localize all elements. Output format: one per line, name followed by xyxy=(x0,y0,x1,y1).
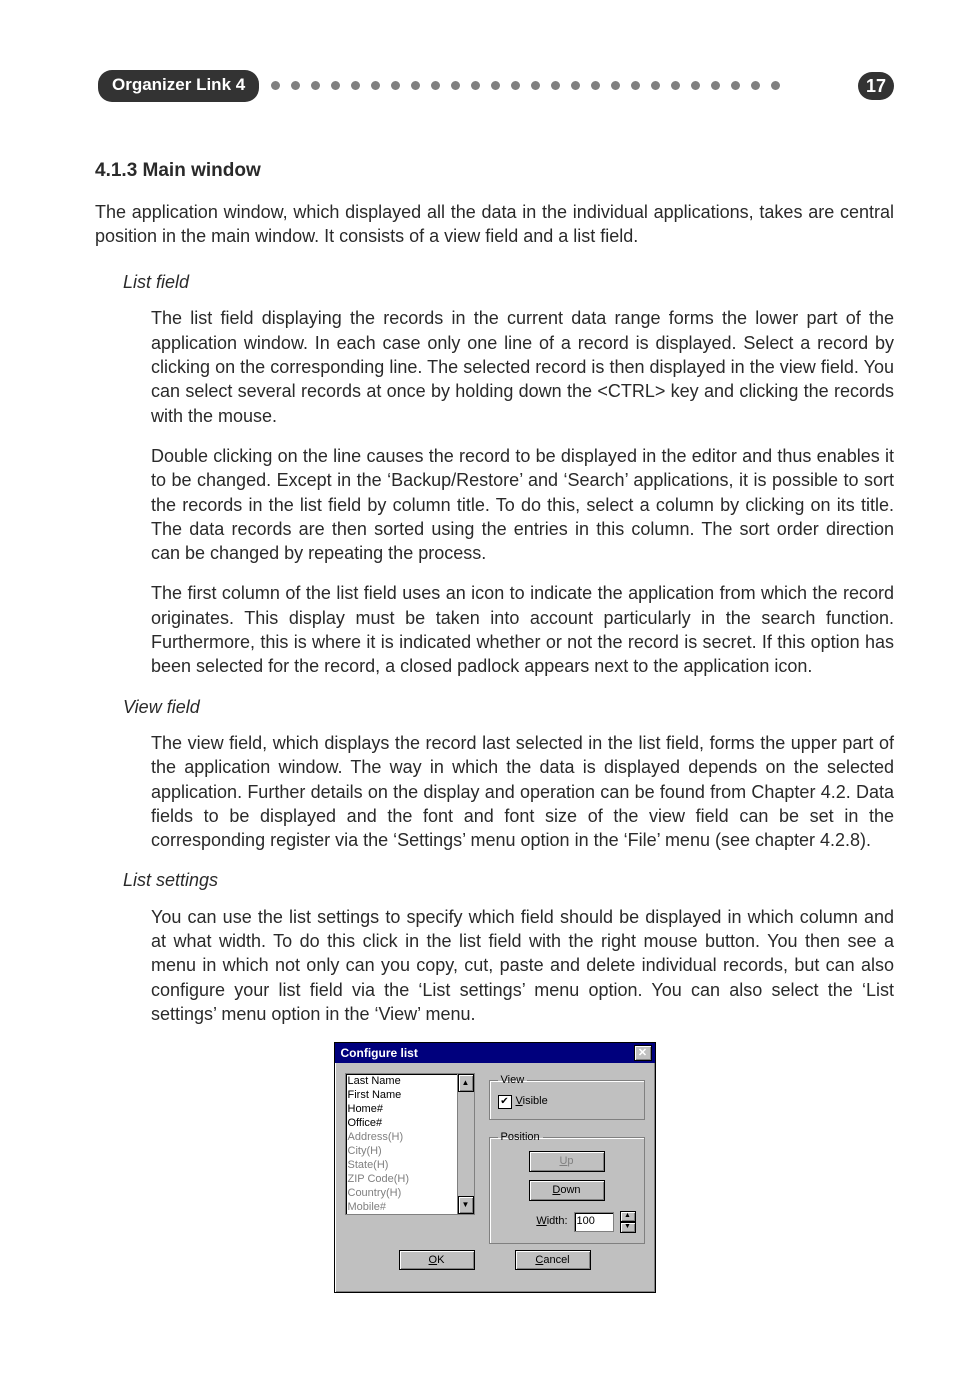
view-legend: View xyxy=(498,1073,528,1088)
list-settings-body: You can use the list settings to specify… xyxy=(151,905,894,1026)
list-item[interactable]: Country(H) xyxy=(346,1186,458,1200)
list-item[interactable]: Address(H) xyxy=(346,1130,458,1144)
product-chip: Organizer Link 4 xyxy=(98,70,259,102)
list-item[interactable]: Mobile# xyxy=(346,1200,458,1214)
page-number: 17 xyxy=(858,72,894,100)
subheading-list-field: List field xyxy=(123,270,894,294)
scroll-up-icon[interactable]: ▲ xyxy=(458,1074,474,1092)
subheading-view-field: View field xyxy=(123,695,894,719)
dialog-titlebar[interactable]: Configure list ✕ xyxy=(335,1043,655,1063)
ok-button[interactable]: OK xyxy=(399,1250,475,1271)
cancel-button[interactable]: Cancel xyxy=(515,1250,591,1271)
list-field-body: The list field displaying the records in… xyxy=(151,306,894,678)
down-button[interactable]: Down xyxy=(529,1180,605,1201)
list-item[interactable]: Home# xyxy=(346,1102,458,1116)
list-field-p3: The first column of the list field uses … xyxy=(151,581,894,678)
list-item[interactable]: Last Name xyxy=(346,1074,458,1088)
spin-up-icon[interactable]: ▲ xyxy=(620,1211,636,1222)
page-header: Organizer Link 4 17 xyxy=(98,70,894,102)
list-item[interactable]: Office# xyxy=(346,1116,458,1130)
configure-list-dialog: Configure list ✕ Last NameFirst NameHome… xyxy=(334,1042,656,1293)
list-field-p1: The list field displaying the records in… xyxy=(151,306,894,427)
list-item[interactable]: First Name xyxy=(346,1088,458,1102)
position-legend: Position xyxy=(498,1130,543,1145)
view-field-body: The view field, which displays the recor… xyxy=(151,731,894,852)
list-item[interactable]: State(H) xyxy=(346,1158,458,1172)
list-settings-p1: You can use the list settings to specify… xyxy=(151,905,894,1026)
position-groupbox: Position Up Down Width: 100 ▲ ▼ xyxy=(489,1130,645,1244)
visible-checkbox[interactable]: ✔ VVisibleisible xyxy=(498,1094,636,1109)
list-field-p2: Double clicking on the line causes the r… xyxy=(151,444,894,565)
scrollbar[interactable]: ▲ ▼ xyxy=(457,1074,474,1214)
close-icon[interactable]: ✕ xyxy=(634,1045,652,1061)
up-button[interactable]: Up xyxy=(529,1151,605,1172)
section-title: 4.1.3 Main window xyxy=(95,158,894,184)
scroll-down-icon[interactable]: ▼ xyxy=(458,1196,474,1214)
view-field-p1: The view field, which displays the recor… xyxy=(151,731,894,852)
spin-down-icon[interactable]: ▼ xyxy=(620,1222,636,1233)
subheading-list-settings: List settings xyxy=(123,868,894,892)
fields-listbox[interactable]: Last NameFirst NameHome#Office#Address(H… xyxy=(345,1073,475,1215)
dialog-title: Configure list xyxy=(341,1045,418,1061)
list-item[interactable]: ZIP Code(H) xyxy=(346,1172,458,1186)
width-spinner[interactable]: ▲ ▼ xyxy=(620,1211,636,1233)
header-dots xyxy=(265,81,852,90)
list-item[interactable]: City(H) xyxy=(346,1144,458,1158)
lead-paragraph: The application window, which displayed … xyxy=(95,200,894,249)
view-groupbox: View ✔ VVisibleisible xyxy=(489,1073,645,1120)
width-input[interactable]: 100 xyxy=(574,1212,614,1232)
